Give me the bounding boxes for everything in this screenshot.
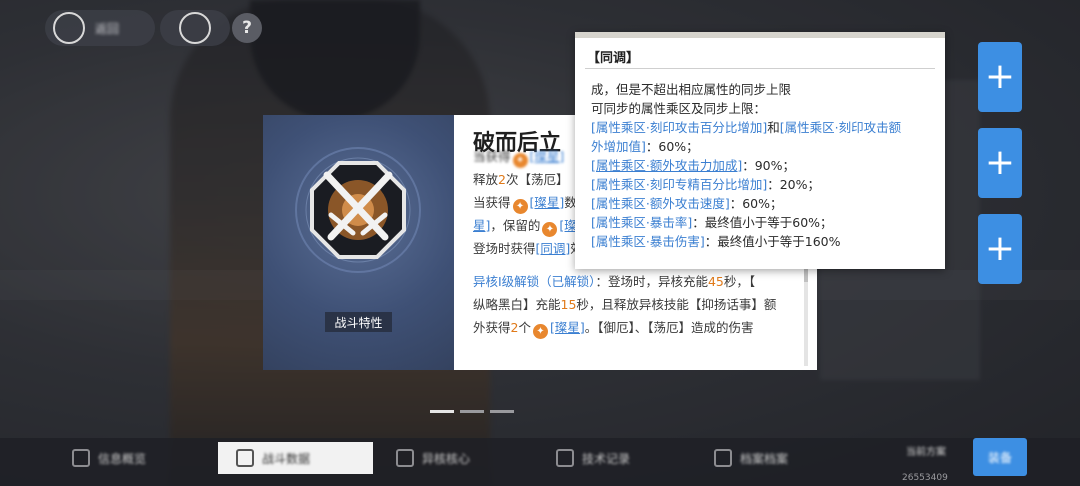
add-slot-button-2[interactable]: + — [978, 128, 1022, 198]
nav-item-overview[interactable]: 信息概览 — [72, 442, 212, 474]
info-icon — [72, 449, 90, 467]
star-token-icon: ✦ — [542, 222, 558, 237]
attribute-link[interactable]: [属性乘区·刻印攻击百分比增加] — [591, 120, 767, 135]
keyword-link[interactable]: [璨星] — [530, 195, 565, 210]
attribute-link[interactable]: [属性乘区·额外攻击力加成] — [591, 158, 742, 173]
back-icon — [53, 12, 85, 44]
attribute-link[interactable]: [属性乘区·刻印攻击额 — [780, 120, 901, 135]
page-indicator — [430, 410, 514, 413]
nav-item-archive[interactable]: 档案档案 — [714, 442, 854, 474]
tooltip-line: 可同步的属性乘区及同步上限： — [591, 101, 767, 116]
core-unlock-label: 异核Ⅰ级解锁（已解锁） — [473, 274, 596, 289]
plus-icon: + — [984, 142, 1016, 183]
attribute-link[interactable]: [属性乘区·刻印专精百分比增加] — [591, 177, 767, 192]
tooltip-title: 【同调】 — [587, 51, 640, 66]
keyword-link[interactable]: 星] — [473, 218, 490, 233]
tooltip-body: 成，但是不超出相应属性的同步上限 可同步的属性乘区及同步上限： [属性乘区·刻印… — [591, 80, 936, 251]
plus-icon: + — [984, 56, 1016, 97]
attribute-link[interactable]: [属性乘区·暴击率] — [591, 215, 692, 230]
keyword-tooltip: 【同调】 成，但是不超出相应属性的同步上限 可同步的属性乘区及同步上限： [属性… — [575, 32, 945, 269]
keyword-link[interactable]: [璨星] — [530, 149, 565, 164]
star-token-icon: ✦ — [512, 153, 528, 168]
attribute-link[interactable]: 外增加值] — [591, 139, 646, 154]
attribute-link[interactable]: [属性乘区·暴击伤害] — [591, 234, 705, 249]
record-icon — [556, 449, 574, 467]
crossed-swords-icon — [295, 147, 421, 273]
star-token-icon: ✦ — [532, 324, 548, 339]
help-icon: ? — [242, 18, 252, 38]
nav-item-combat[interactable]: 战斗数据 — [218, 442, 373, 474]
nav-item-core[interactable]: 异核核心 — [396, 442, 536, 474]
archive-icon — [714, 449, 732, 467]
combat-icon — [236, 449, 254, 467]
tooltip-divider — [585, 68, 935, 69]
uid-text: 26553409 — [902, 473, 948, 483]
home-button[interactable] — [160, 10, 230, 46]
back-label: 返回 — [95, 21, 120, 36]
core-icon — [396, 449, 414, 467]
equip-button[interactable]: 装备 — [973, 438, 1027, 476]
add-slot-button-3[interactable]: + — [978, 214, 1022, 284]
tooltip-line: 成，但是不超出相应属性的同步上限 — [591, 82, 792, 97]
attribute-link[interactable]: [属性乘区·额外攻击速度] — [591, 196, 730, 211]
home-icon — [179, 12, 211, 44]
scheme-label: 当前方案 — [906, 447, 946, 458]
back-button[interactable]: 返回 — [45, 10, 155, 46]
plus-icon: + — [984, 228, 1016, 269]
keyword-link-sync[interactable]: [同调] — [536, 241, 571, 256]
skill-category-badge: 战斗特性 — [325, 312, 392, 332]
add-slot-button-1[interactable]: + — [978, 42, 1022, 112]
star-token-icon: ✦ — [512, 199, 528, 214]
skill-icon-panel: 战斗特性 — [263, 115, 454, 370]
help-button[interactable]: ? — [232, 13, 262, 43]
keyword-link[interactable]: [璨星] — [550, 320, 585, 335]
nav-item-records[interactable]: 技术记录 — [556, 442, 696, 474]
